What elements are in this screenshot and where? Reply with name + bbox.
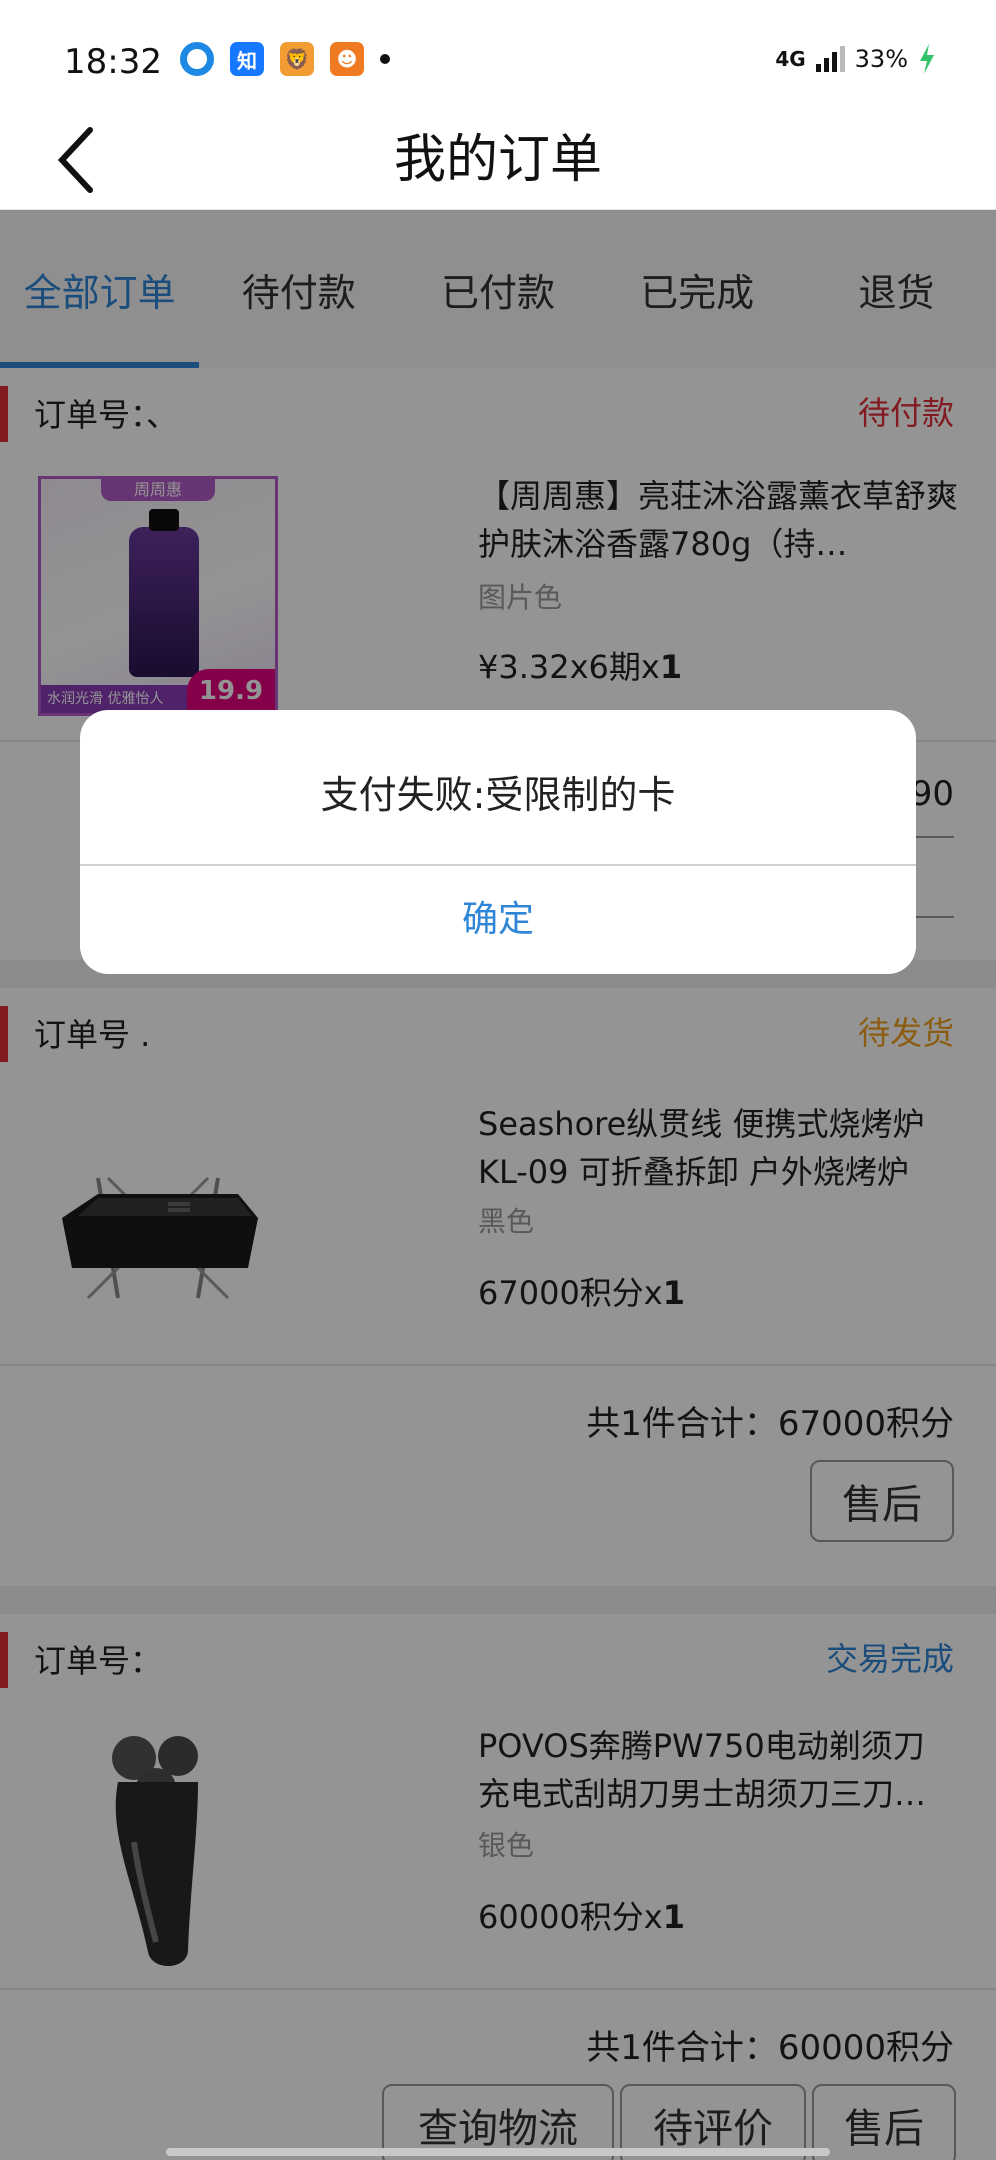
payment-error-dialog: 支付失败:受限制的卡 确定 bbox=[80, 710, 916, 974]
battery-percent: 33% bbox=[854, 45, 908, 73]
app-icon-2: ☻ bbox=[330, 42, 364, 76]
status-bar: 18:32 知 🦁 ☻ 4G 33% bbox=[0, 0, 996, 110]
notification-icons: 知 🦁 ☻ bbox=[180, 42, 390, 76]
page-title: 我的订单 bbox=[393, 130, 602, 190]
charging-icon bbox=[920, 44, 934, 74]
confirm-button[interactable]: 确定 bbox=[80, 866, 916, 974]
more-notifications-dot bbox=[380, 54, 390, 64]
status-time: 18:32 bbox=[64, 42, 162, 82]
dialog-message: 支付失败:受限制的卡 bbox=[320, 773, 676, 817]
app-icon: 🦁 bbox=[280, 42, 314, 76]
status-right: 4G 33% bbox=[775, 44, 936, 74]
zhihu-icon: 知 bbox=[230, 42, 264, 76]
modal-backdrop[interactable] bbox=[0, 210, 996, 2160]
home-indicator[interactable] bbox=[166, 2148, 830, 2156]
browser-icon bbox=[180, 42, 214, 76]
network-label: 4G bbox=[775, 47, 806, 71]
nav-bar: 我的订单 bbox=[0, 110, 996, 210]
signal-icon bbox=[815, 46, 845, 72]
